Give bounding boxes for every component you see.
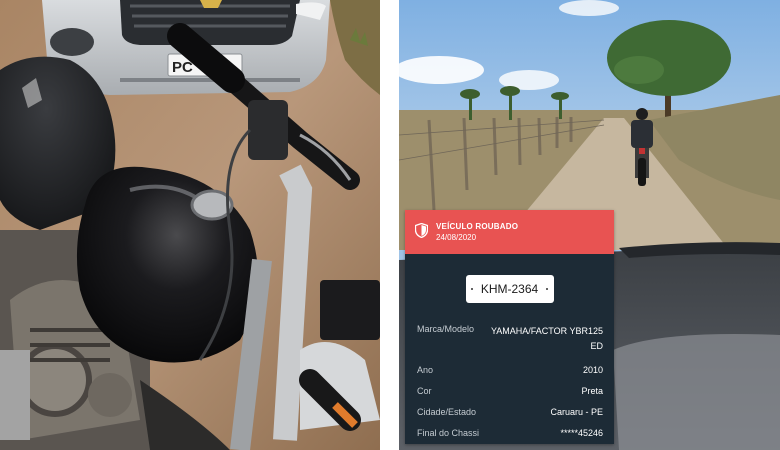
car-plate-text: PC bbox=[172, 59, 193, 76]
license-plate-text: KHM-2364 bbox=[480, 282, 539, 296]
motorcycle-photo: PC bbox=[0, 0, 380, 450]
stolen-vehicle-card: VEÍCULO ROUBADO 24/08/2020 KHM-2364 Marc… bbox=[405, 210, 614, 444]
card-date: 24/08/2020 bbox=[436, 233, 477, 242]
plate-bolt-icon bbox=[546, 288, 549, 290]
detail-value: Preta bbox=[581, 386, 603, 396]
detail-row-year: Ano 2010 bbox=[417, 365, 603, 376]
detail-value: 2010 bbox=[582, 365, 603, 375]
card-header: VEÍCULO ROUBADO 24/08/2020 bbox=[405, 210, 614, 254]
card-title: VEÍCULO ROUBADO bbox=[436, 222, 519, 231]
detail-label: Marca/Modelo bbox=[417, 324, 475, 334]
detail-row-city: Cidade/Estado Caruaru - PE bbox=[417, 407, 603, 418]
detail-label: Cidade/Estado bbox=[417, 407, 477, 417]
detail-label: Ano bbox=[417, 365, 434, 375]
license-plate-area: KHM-2364 bbox=[405, 254, 614, 324]
detail-row-chassis: Final do Chassi *****45246 bbox=[417, 428, 603, 439]
shield-icon bbox=[415, 223, 428, 238]
detail-label: Cor bbox=[417, 386, 432, 396]
detail-row-model: Marca/Modelo YAMAHA/FACTOR YBR125 ED bbox=[417, 324, 603, 354]
vehicle-details: Marca/Modelo YAMAHA/FACTOR YBR125 ED Ano… bbox=[405, 324, 614, 439]
license-plate: KHM-2364 bbox=[465, 275, 554, 303]
detail-label: Final do Chassi bbox=[417, 428, 480, 438]
detail-value: *****45246 bbox=[560, 428, 603, 438]
detail-value: YAMAHA/FACTOR YBR125 ED bbox=[490, 326, 603, 351]
motorcycle-scene: PC bbox=[0, 0, 380, 450]
detail-row-color: Cor Preta bbox=[417, 386, 603, 397]
detail-value: Caruaru - PE bbox=[550, 407, 603, 417]
plate-bolt-icon bbox=[470, 288, 473, 290]
